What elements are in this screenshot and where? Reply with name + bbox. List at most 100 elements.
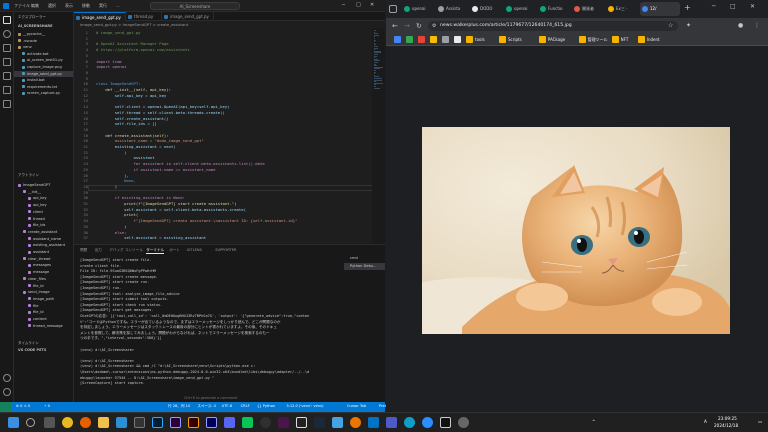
outline-item[interactable]: __init__ (23, 189, 73, 195)
testing-icon[interactable] (3, 100, 11, 108)
extensions-icon[interactable] (3, 72, 11, 80)
outline-item[interactable]: thread_message (28, 323, 73, 329)
outline-item[interactable]: ImageSendGPT (18, 182, 73, 188)
status-left-item[interactable]: ⊗ 0 ⚠ 0 (16, 404, 30, 408)
run-debug-icon[interactable] (3, 58, 11, 66)
outline-item[interactable]: clear_thread (23, 256, 73, 262)
outline-item[interactable]: create_assistant (23, 229, 73, 235)
search-taskbar-icon[interactable] (26, 418, 35, 427)
outline-item[interactable]: existing_assistant (28, 242, 73, 248)
code-editor[interactable]: 1 # image_send_gpt.py 2 3 # OpenAI Assistant… (74, 28, 385, 244)
breadcrumb[interactable]: image_send_gpt.py > ImageSendGPT > creat… (74, 21, 385, 28)
file-tree-item[interactable]: image_send_gpt.py (14, 70, 73, 78)
status-left-item[interactable]: ⚡ 0 (44, 404, 50, 408)
panel-tab[interactable]: デバッグ コンソール (109, 248, 143, 253)
outline-item[interactable]: thread (28, 216, 73, 222)
input-language[interactable]: A (704, 419, 707, 424)
browser-tab[interactable]: openai (402, 2, 434, 16)
extensions-puzzle-icon[interactable]: ✦ (686, 22, 691, 29)
site-info-icon[interactable]: ⚙ (432, 23, 436, 29)
panel-tab[interactable]: 問題 (80, 248, 87, 253)
menu-item[interactable]: 選択 (48, 3, 56, 9)
teams-taskbar-icon[interactable] (386, 417, 397, 428)
discord-taskbar-icon[interactable] (224, 417, 235, 428)
tab-search-icon[interactable] (389, 5, 397, 13)
task-view-icon[interactable] (44, 417, 55, 428)
back-icon[interactable]: ← (392, 22, 398, 30)
timeline-title[interactable]: タイムライン (18, 341, 39, 346)
bookmark[interactable]: Scripts (499, 36, 522, 43)
forward-icon[interactable]: → (404, 22, 410, 30)
file-tree-item[interactable]: screen_capture.py (14, 90, 73, 97)
settings-taskbar-icon[interactable] (458, 417, 469, 428)
illustrator-taskbar-icon[interactable] (188, 417, 199, 428)
status-right-item[interactable]: 3.12.0 ('venv': venv) (286, 404, 323, 408)
outline-item[interactable]: assistant_name (28, 236, 73, 242)
panel-tab[interactable]: GITLENS (187, 248, 202, 252)
editor-tab[interactable]: image_send_gpt.py (162, 12, 214, 21)
new-tab-icon[interactable]: + (684, 3, 691, 12)
outline-item[interactable]: client (28, 209, 73, 215)
account-icon[interactable] (3, 374, 11, 382)
editor-tab[interactable]: thread.py (126, 12, 162, 21)
editor-tab[interactable]: image_send_gpt.py (74, 12, 126, 21)
outline-item[interactable]: message (28, 269, 73, 275)
file-tree-item[interactable]: __pycache__ (14, 31, 73, 38)
browser-minimize-icon[interactable]: ─ (712, 3, 716, 10)
vscode-pets-title[interactable]: VS CODE PETS (18, 348, 46, 352)
browser-tab[interactable]: 開発者 (572, 2, 604, 16)
outlook-taskbar-icon[interactable] (368, 417, 379, 428)
outline-item[interactable]: file_id (28, 309, 73, 315)
bookmark[interactable]: tools (466, 36, 485, 43)
premiere-taskbar-icon[interactable] (170, 417, 181, 428)
status-right-item[interactable]: UTF-8 (222, 404, 232, 408)
browser-tab[interactable]: openai (504, 2, 536, 16)
file-tree-item[interactable]: requirements.txt (14, 84, 73, 91)
bookmark-star-icon[interactable]: ☆ (668, 22, 673, 29)
edge-taskbar-icon[interactable] (404, 417, 415, 428)
blender-taskbar-icon[interactable] (350, 417, 361, 428)
outline-item[interactable]: image_path (28, 296, 73, 302)
browser-maximize-icon[interactable]: □ (730, 3, 736, 10)
status-right-item[interactable]: {} Python (257, 404, 275, 408)
address-bar[interactable]: news.walkerplus.com/article/1179677/1264… (428, 21, 678, 31)
outline-title[interactable]: アウトライン (18, 173, 39, 178)
clock-date[interactable]: 2024/12/18 (714, 423, 738, 428)
notepad-taskbar-icon[interactable] (332, 417, 343, 428)
notification-icon[interactable]: ▭ (758, 419, 762, 424)
status-right-item[interactable]: スペース: 4 (197, 404, 216, 409)
minimize-icon[interactable]: ─ (342, 2, 345, 8)
file-tree-item[interactable]: .vscode (14, 38, 73, 45)
outline-item[interactable]: api_key (28, 195, 73, 201)
command-center[interactable]: AI_Screenshare (150, 2, 240, 10)
browser-tab[interactable]: DODO (470, 2, 502, 16)
outline-item[interactable]: file (28, 303, 73, 309)
file-tree-item[interactable]: activate.bat (14, 51, 73, 58)
panel-tab[interactable]: ターミナル (146, 248, 165, 254)
menu-item[interactable]: 編集 (31, 3, 39, 9)
panel-tab[interactable]: SUPPORTER (215, 248, 236, 252)
profile-icon[interactable]: ● (738, 22, 743, 29)
bookmark[interactable]: NFT (611, 36, 628, 43)
search-icon[interactable] (3, 30, 11, 38)
explorer-taskbar-icon[interactable] (98, 417, 109, 428)
photoshop-taskbar-icon[interactable] (152, 417, 163, 428)
obs-taskbar-icon[interactable] (260, 417, 271, 428)
browser-tab[interactable]: Functio (538, 2, 570, 16)
outline-item[interactable]: send_image (23, 289, 73, 295)
browser-tab[interactable]: Assista (436, 2, 468, 16)
outline-item[interactable]: file_ids (28, 222, 73, 228)
menu-item[interactable]: ファイル (14, 3, 30, 9)
menu-item[interactable]: 実行 (99, 3, 107, 9)
firefox-taskbar-icon[interactable] (80, 417, 91, 428)
cursor-taskbar-icon[interactable] (440, 417, 451, 428)
outline-item[interactable]: messages (28, 262, 73, 268)
slack-taskbar-icon[interactable] (278, 417, 289, 428)
chrome-taskbar-icon[interactable] (62, 417, 73, 428)
terminal-taskbar-icon[interactable] (134, 417, 145, 428)
close-icon[interactable]: ✕ (370, 2, 374, 8)
bookmark[interactable]: 管理ツール (578, 36, 608, 43)
reload-icon[interactable]: ↻ (416, 22, 422, 30)
browser-tab[interactable]: 12/ (640, 2, 680, 16)
status-right-item[interactable]: CRLF (241, 404, 250, 408)
